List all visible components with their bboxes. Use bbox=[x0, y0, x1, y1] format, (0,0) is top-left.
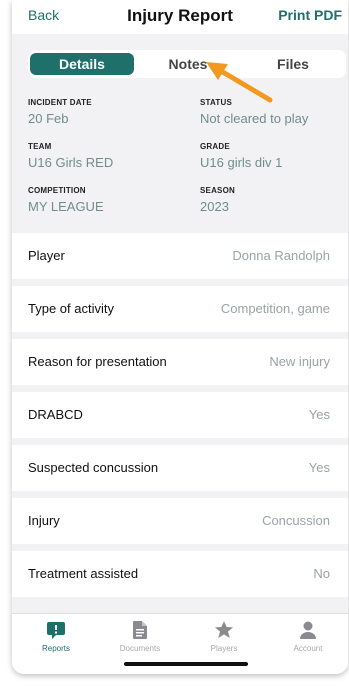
competition-label: COMPETITION bbox=[28, 186, 86, 195]
navigation-bar: Back Injury Report Print PDF bbox=[12, 0, 348, 34]
incident-date-value: 20 Feb bbox=[28, 111, 69, 126]
status-value: Not cleared to play bbox=[200, 111, 309, 126]
reports-icon bbox=[47, 622, 65, 639]
tabbar-label: Players bbox=[210, 644, 238, 653]
row-value: Competition, game bbox=[220, 301, 330, 316]
row-value: No bbox=[313, 566, 330, 581]
row-value: Yes bbox=[308, 460, 330, 475]
list-item[interactable]: Suspected concussion Yes bbox=[12, 445, 348, 491]
status-field: STATUS Not cleared to play bbox=[200, 98, 348, 126]
row-label: Reason for presentation bbox=[28, 354, 167, 369]
incident-date-label: INCIDENT DATE bbox=[28, 98, 92, 107]
tab-details[interactable]: Details bbox=[30, 53, 134, 75]
list-item[interactable]: Player Donna Randolph bbox=[12, 233, 348, 279]
tabbar-item-reports[interactable]: Reports bbox=[14, 620, 98, 653]
row-value: Yes bbox=[308, 407, 330, 422]
grade-field: GRADE U16 girls div 1 bbox=[200, 142, 348, 170]
tabbar-item-account[interactable]: Account bbox=[266, 620, 348, 653]
person-icon bbox=[300, 621, 316, 639]
status-label: STATUS bbox=[200, 98, 233, 107]
team-label: TEAM bbox=[28, 142, 52, 151]
grade-label: GRADE bbox=[200, 142, 230, 151]
list-item[interactable]: Reason for presentation New injury bbox=[12, 339, 348, 385]
tabbar-label: Reports bbox=[41, 644, 70, 653]
documents-icon bbox=[133, 621, 147, 639]
row-label: Player bbox=[28, 248, 65, 263]
list-item[interactable]: DRABCD Yes bbox=[12, 392, 348, 438]
list-item[interactable]: Type of activity Competition, game bbox=[12, 286, 348, 332]
tabbar-item-documents[interactable]: Documents bbox=[98, 620, 182, 653]
row-label: Injury bbox=[28, 513, 60, 528]
competition-value: MY LEAGUE bbox=[28, 199, 104, 214]
row-label: Type of activity bbox=[28, 301, 114, 316]
row-label: Suspected concussion bbox=[28, 460, 159, 475]
tabbar-item-players[interactable]: Players bbox=[182, 620, 266, 653]
row-label: DRABCD bbox=[28, 407, 83, 422]
competition-field: COMPETITION MY LEAGUE bbox=[28, 186, 178, 214]
season-field: SEASON 2023 bbox=[200, 186, 348, 214]
row-value: Concussion bbox=[262, 513, 330, 528]
team-field: TEAM U16 Girls RED bbox=[28, 142, 178, 170]
list-item[interactable]: Injury Concussion bbox=[12, 498, 348, 544]
row-value: Donna Randolph bbox=[232, 248, 330, 263]
row-value: New injury bbox=[269, 354, 330, 369]
season-label: SEASON bbox=[200, 186, 235, 195]
home-indicator bbox=[124, 662, 248, 666]
star-icon bbox=[215, 621, 233, 638]
list-item[interactable]: Treatment assisted No bbox=[12, 551, 348, 597]
team-value: U16 Girls RED bbox=[28, 155, 114, 170]
tabbar-label: Documents bbox=[119, 644, 161, 653]
season-value: 2023 bbox=[200, 199, 229, 214]
print-pdf-button[interactable]: Print PDF bbox=[278, 7, 342, 23]
segmented-tabs: Details Notes Files bbox=[28, 50, 346, 78]
grade-value: U16 girls div 1 bbox=[200, 155, 283, 170]
incident-date-field: INCIDENT DATE 20 Feb bbox=[28, 98, 178, 126]
app-screen: Back Injury Report Print PDF Details Not… bbox=[12, 0, 348, 674]
row-label: Treatment assisted bbox=[28, 566, 139, 581]
tabbar-label: Account bbox=[293, 644, 323, 653]
bottom-tab-bar: Reports Documents Players Account bbox=[12, 613, 348, 674]
